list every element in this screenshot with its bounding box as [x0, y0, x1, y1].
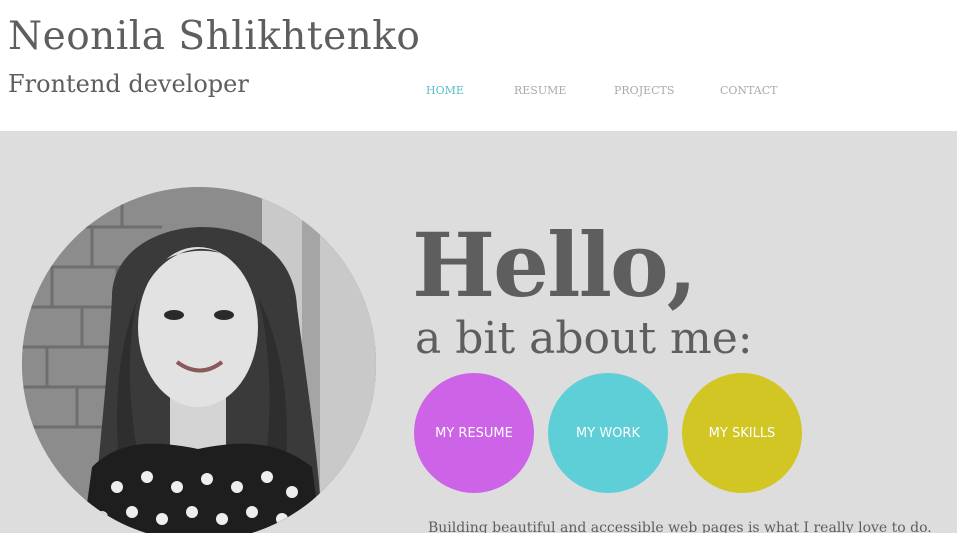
- portrait-illustration: [22, 187, 376, 533]
- nav-item-resume[interactable]: RESUME: [514, 84, 566, 97]
- my-skills-button[interactable]: MY SKILLS: [682, 373, 802, 493]
- hero-greeting: Hello,: [412, 213, 697, 317]
- hero-subgreeting: a bit about me:: [415, 313, 753, 364]
- site-header: Neonila Shlikhtenko Frontend developer H…: [0, 0, 957, 131]
- my-work-button[interactable]: MY WORK: [548, 373, 668, 493]
- site-name: Neonila Shlikhtenko: [8, 14, 421, 59]
- site-role: Frontend developer: [8, 70, 249, 98]
- nav-item-contact[interactable]: CONTACT: [720, 84, 778, 97]
- hero-section: Hello, a bit about me: MY RESUME MY WORK…: [0, 131, 957, 533]
- profile-photo: [22, 187, 376, 533]
- my-skills-label: MY SKILLS: [708, 425, 776, 441]
- nav-item-home[interactable]: HOME: [426, 84, 464, 97]
- nav-item-projects[interactable]: PROJECTS: [614, 84, 674, 97]
- my-resume-button[interactable]: MY RESUME: [414, 373, 534, 493]
- my-resume-label: MY RESUME: [435, 425, 513, 441]
- intro-text: Building beautiful and accessible web pa…: [428, 520, 932, 533]
- my-work-label: MY WORK: [576, 425, 640, 441]
